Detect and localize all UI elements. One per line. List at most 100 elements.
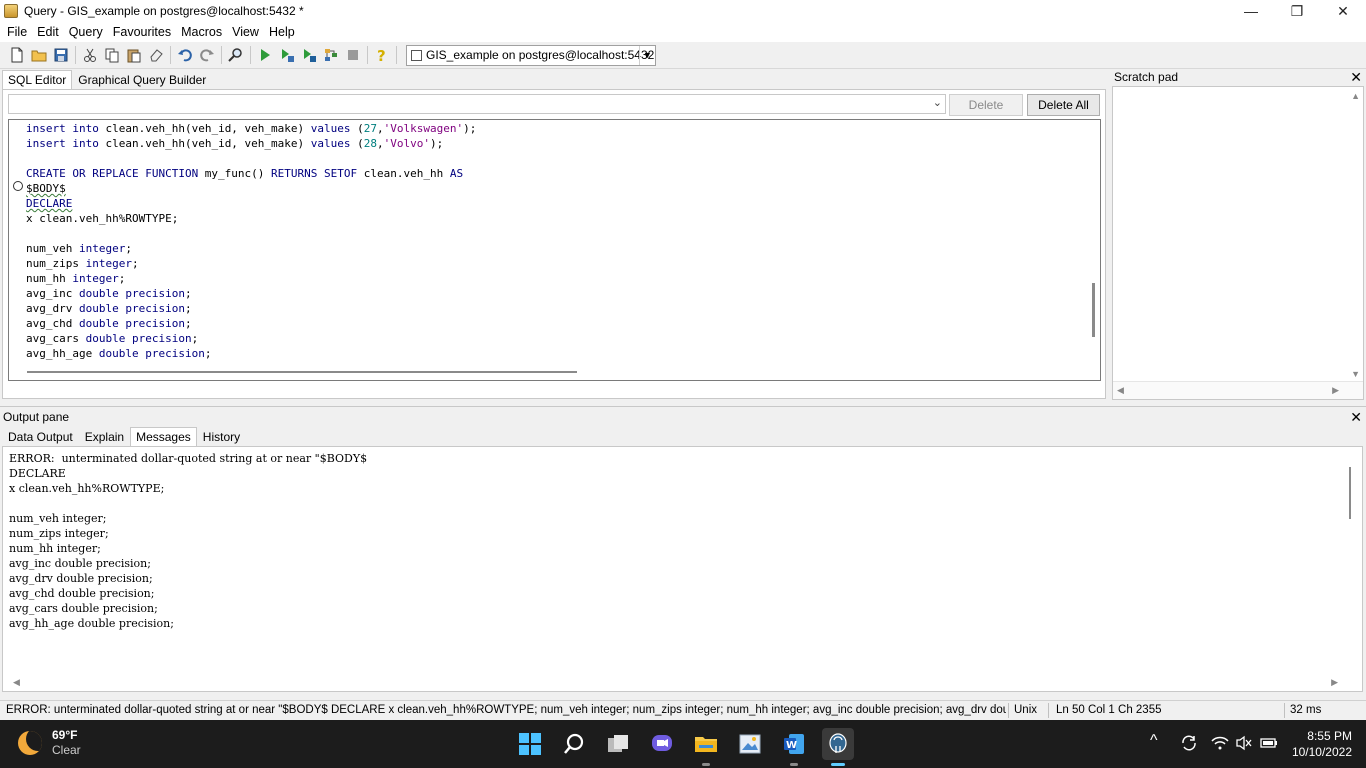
tab-graphical-query-builder[interactable]: Graphical Query Builder — [72, 70, 212, 90]
clock-time: 8:55 PM — [1307, 729, 1352, 743]
connection-label: GIS_example on postgres@localhost:5432 — [426, 48, 655, 62]
status-message: ERROR: unterminated dollar-quoted string… — [6, 704, 1006, 716]
menu-file[interactable]: File — [2, 25, 32, 39]
tab-history[interactable]: History — [197, 427, 246, 447]
tab-sql-editor[interactable]: SQL Editor — [2, 70, 73, 90]
active-app-indicator — [831, 763, 845, 766]
chevron-down-icon[interactable]: ▼ — [639, 45, 655, 65]
menu-view[interactable]: View — [227, 25, 264, 39]
word-icon[interactable]: W — [778, 728, 810, 766]
paste-icon[interactable] — [123, 44, 145, 66]
tab-messages[interactable]: Messages — [130, 427, 197, 447]
scroll-down-icon[interactable]: ▼ — [1351, 369, 1360, 379]
clear-icon[interactable] — [145, 44, 167, 66]
connection-select[interactable]: GIS_example on postgres@localhost:5432 ▼ — [406, 44, 656, 66]
find-icon[interactable] — [225, 44, 247, 66]
execute-to-file-icon[interactable] — [298, 44, 320, 66]
clock-date: 10/10/2022 — [1291, 745, 1352, 759]
menu-favourites[interactable]: Favourites — [108, 25, 176, 39]
connection-checkbox-icon — [411, 49, 422, 61]
search-icon[interactable] — [558, 728, 590, 760]
open-folder-icon[interactable] — [28, 44, 50, 66]
toolbar-separator — [221, 46, 222, 64]
menu-help[interactable]: Help — [264, 25, 300, 39]
delete-button[interactable]: Delete — [949, 94, 1023, 116]
close-output-pane-icon[interactable]: ✕ — [1350, 408, 1362, 426]
menu-query[interactable]: Query — [64, 25, 108, 39]
battery-icon[interactable] — [1259, 734, 1279, 755]
status-divider — [1008, 703, 1009, 718]
copy-icon[interactable] — [101, 44, 123, 66]
toolbar-separator — [367, 46, 368, 64]
close-window-button[interactable]: ✕ — [1320, 0, 1366, 22]
weather-widget[interactable]: 69°F Clear — [18, 728, 81, 758]
help-icon[interactable]: ? — [371, 44, 393, 66]
chat-icon[interactable] — [646, 728, 678, 760]
title-bar: Query - GIS_example on postgres@localhos… — [0, 0, 1366, 22]
start-icon[interactable] — [514, 728, 546, 760]
task-view-icon[interactable] — [602, 728, 634, 760]
toolbar-separator — [170, 46, 171, 64]
undo-icon[interactable] — [174, 44, 196, 66]
tab-data-output[interactable]: Data Output — [2, 427, 79, 447]
scratch-horizontal-scrollbar[interactable] — [1113, 381, 1363, 399]
restore-button[interactable]: ❐ — [1274, 0, 1320, 22]
windows-taskbar: 69°F Clear W ^ 8:55 PM 10/10/2022 — [0, 720, 1366, 768]
scroll-right-icon[interactable]: ▶ — [1332, 385, 1339, 396]
scroll-left-icon[interactable]: ◀ — [1117, 385, 1124, 396]
editor-vertical-scrollbar[interactable] — [1092, 283, 1095, 337]
scratch-pad-title: Scratch pad — [1114, 70, 1179, 84]
status-divider — [1048, 703, 1049, 718]
messages-output[interactable]: ERROR: unterminated dollar-quoted string… — [2, 446, 1363, 692]
svg-text:?: ? — [377, 47, 386, 63]
save-icon[interactable] — [50, 44, 72, 66]
explain-icon[interactable] — [320, 44, 342, 66]
sql-code: insert into clean.veh_hh(veh_id, veh_mak… — [26, 122, 477, 360]
scroll-right-icon[interactable]: ▶ — [1331, 677, 1338, 688]
scratch-pad-header: Scratch pad ✕ — [1111, 68, 1366, 86]
window-title: Query - GIS_example on postgres@localhos… — [24, 4, 304, 18]
scratch-pad-textarea[interactable]: ▲ ▼ ◀ ▶ — [1112, 86, 1364, 400]
breakpoint-marker-icon — [13, 181, 23, 191]
status-bar: ERROR: unterminated dollar-quoted string… — [0, 700, 1366, 720]
volume-muted-icon[interactable] — [1235, 734, 1253, 755]
moon-icon — [18, 731, 42, 755]
toolbar-separator — [75, 46, 76, 64]
menu-edit[interactable]: Edit — [32, 25, 64, 39]
delete-all-button[interactable]: Delete All — [1027, 94, 1100, 116]
cancel-icon[interactable] — [342, 44, 364, 66]
sql-code-editor[interactable]: insert into clean.veh_hh(veh_id, veh_mak… — [8, 119, 1101, 381]
redo-icon[interactable] — [196, 44, 218, 66]
chevron-down-icon[interactable]: ⌄ — [933, 96, 942, 109]
weather-temperature: 69°F — [52, 728, 78, 742]
file-explorer-icon[interactable] — [690, 728, 722, 766]
photos-icon[interactable] — [734, 728, 766, 760]
menu-macros[interactable]: Macros — [176, 25, 227, 39]
editor-horizontal-scrollbar[interactable] — [27, 371, 577, 373]
running-indicator — [790, 763, 798, 766]
show-hidden-icons-chevron-icon[interactable]: ^ — [1150, 732, 1158, 750]
sql-editor-panel: ⌄ Delete Delete All insert into clean.ve… — [2, 89, 1106, 399]
close-scratch-pad-icon[interactable]: ✕ — [1350, 68, 1362, 86]
status-query-time: 32 ms — [1290, 704, 1322, 716]
toolbar-separator — [396, 46, 397, 64]
cut-icon[interactable] — [79, 44, 101, 66]
status-divider — [1284, 703, 1285, 718]
output-tabs: Data Output Explain Messages History — [2, 427, 246, 447]
sync-icon[interactable] — [1180, 734, 1198, 755]
execute-pgscript-icon[interactable] — [276, 44, 298, 66]
output-pane-header: Output pane ✕ — [0, 406, 1366, 426]
new-file-icon[interactable] — [6, 44, 28, 66]
scroll-left-icon[interactable]: ◀ — [13, 677, 20, 688]
scroll-up-icon[interactable]: ▲ — [1351, 91, 1360, 101]
toolbar-separator — [250, 46, 251, 64]
wifi-icon[interactable] — [1211, 734, 1229, 755]
tab-explain[interactable]: Explain — [79, 427, 130, 447]
running-indicator — [702, 763, 710, 766]
system-clock[interactable]: 8:55 PM 10/10/2022 — [1292, 728, 1352, 760]
minimize-button[interactable]: — — [1228, 0, 1274, 22]
pgadmin-icon[interactable] — [822, 728, 854, 766]
execute-icon[interactable] — [254, 44, 276, 66]
output-vertical-scrollbar[interactable] — [1349, 467, 1351, 519]
query-history-combo[interactable]: ⌄ — [8, 94, 946, 114]
